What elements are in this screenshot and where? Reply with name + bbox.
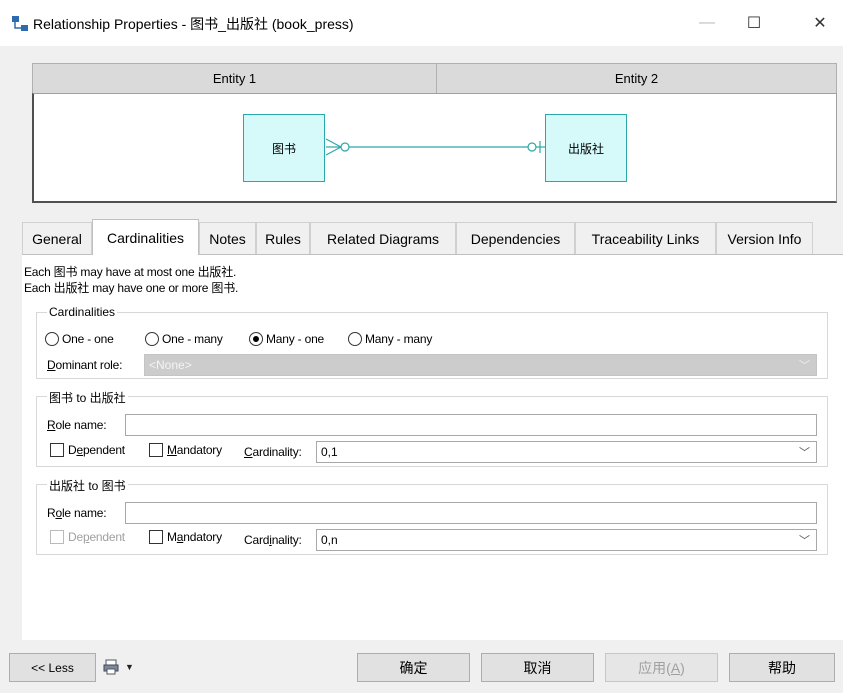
tab-rules[interactable]: Rules <box>256 222 310 254</box>
chevron-down-icon: ﹀ <box>799 447 810 459</box>
role1-cardinality-label: Cardinality: <box>244 445 302 459</box>
role1-dependent-label: Dependent <box>68 443 125 457</box>
radio-many-one[interactable]: Many - one <box>249 332 324 346</box>
radio-one-one-circle[interactable] <box>45 332 59 346</box>
dominant-role-label: Dominant role: <box>47 358 123 372</box>
role2-mandatory-label: Mandatory <box>167 530 222 544</box>
role2-mandatory-box[interactable] <box>149 530 163 544</box>
role1-mandatory-label: Mandatory <box>167 443 222 457</box>
role2-group-label: 出版社 to 图书 <box>47 477 128 494</box>
chevron-down-icon: ﹀ <box>799 360 810 372</box>
role2-dependent-checkbox: Dependent <box>50 530 125 544</box>
entity2-box[interactable]: 出版社 <box>545 114 627 182</box>
role2-dependent-box <box>50 530 64 544</box>
chevron-down-icon: ﹀ <box>799 535 810 547</box>
tab-dependencies[interactable]: Dependencies <box>456 222 575 254</box>
role2-dependent-label: Dependent <box>68 530 125 544</box>
role2-role-name-label: Role name: <box>47 506 107 520</box>
cardinalities-group-label: Cardinalities <box>47 305 118 319</box>
less-button[interactable]: << Less <box>9 653 96 682</box>
dominant-role-dropdown[interactable]: <None> ﹀ <box>144 354 817 376</box>
role2-cardinality-value: 0,n <box>321 533 338 547</box>
help-button[interactable]: 帮助 <box>729 653 835 682</box>
radio-one-many-circle[interactable] <box>145 332 159 346</box>
radio-one-one[interactable]: One - one <box>45 332 114 346</box>
dropdown-arrow-icon: ▼ <box>125 662 134 672</box>
cancel-button[interactable]: 取消 <box>481 653 594 682</box>
radio-one-many-label: One - many <box>162 332 223 346</box>
radio-many-one-circle[interactable] <box>249 332 263 346</box>
role1-cardinality-dropdown[interactable]: 0,1 ﹀ <box>316 441 817 463</box>
radio-one-many[interactable]: One - many <box>145 332 223 346</box>
tab-general[interactable]: General <box>22 222 92 254</box>
role1-cardinality-value: 0,1 <box>321 445 338 459</box>
radio-one-one-label: One - one <box>62 332 114 346</box>
radio-many-many[interactable]: Many - many <box>348 332 432 346</box>
role1-role-name-label: Role name: <box>47 418 107 432</box>
dominant-role-value: <None> <box>149 358 192 372</box>
role2-cardinality-dropdown[interactable]: 0,n ﹀ <box>316 529 817 551</box>
role2-cardinality-label: Cardinality: <box>244 533 302 547</box>
tab-traceability-links[interactable]: Traceability Links <box>575 222 716 254</box>
tab-version-info[interactable]: Version Info <box>716 222 813 254</box>
role2-role-name-input[interactable] <box>125 502 817 524</box>
radio-many-one-label: Many - one <box>266 332 325 346</box>
tab-cardinalities[interactable]: Cardinalities <box>92 219 199 255</box>
role1-mandatory-box[interactable] <box>149 443 163 457</box>
tab-related-diagrams[interactable]: Related Diagrams <box>310 222 456 254</box>
description-line-2: Each 出版社 may have one or more 图书. <box>24 281 239 295</box>
ok-button[interactable]: 确定 <box>357 653 470 682</box>
role1-dependent-box[interactable] <box>50 443 64 457</box>
print-menu-button[interactable]: ▼ <box>103 659 134 675</box>
apply-button[interactable]: 应用(A) <box>605 653 718 682</box>
radio-many-many-circle[interactable] <box>348 332 362 346</box>
print-icon <box>103 659 119 675</box>
role1-role-name-input[interactable] <box>125 414 817 436</box>
tab-notes[interactable]: Notes <box>199 222 256 254</box>
role1-mandatory-checkbox[interactable]: Mandatory <box>149 443 222 457</box>
radio-many-many-label: Many - many <box>365 332 433 346</box>
role1-group-label: 图书 to 出版社 <box>47 389 128 406</box>
description-line-1: Each 图书 may have at most one 出版社. <box>24 265 237 279</box>
entity1-box[interactable]: 图书 <box>243 114 325 182</box>
role2-mandatory-checkbox[interactable]: Mandatory <box>149 530 222 544</box>
role1-dependent-checkbox[interactable]: Dependent <box>50 443 125 457</box>
